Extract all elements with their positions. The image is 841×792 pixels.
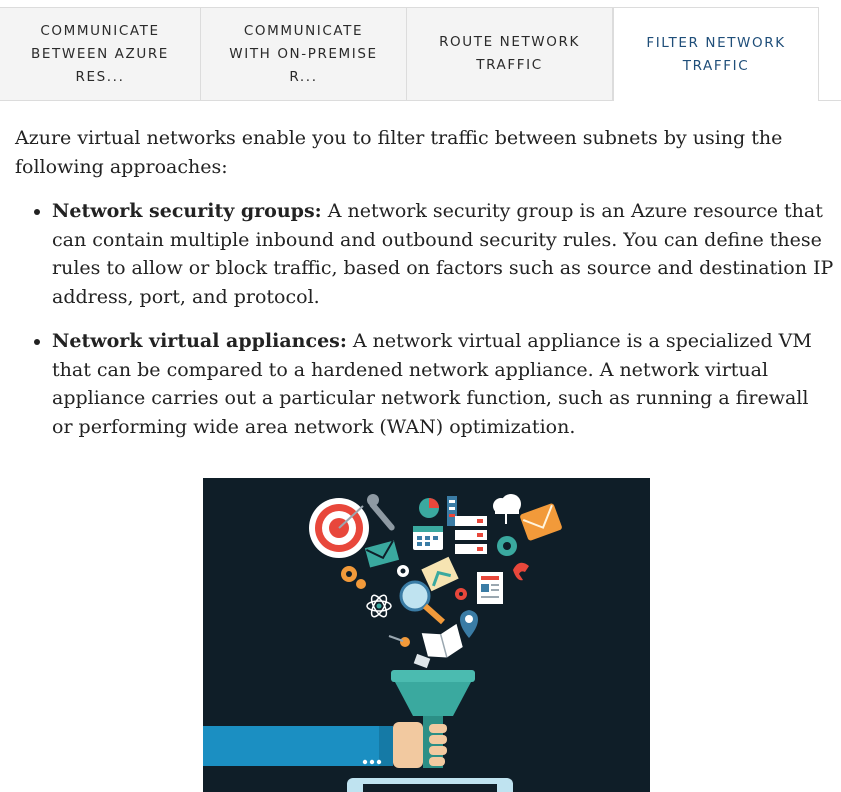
server-icon (455, 516, 487, 554)
tab-communicate-with-on-premise-resources[interactable]: COMMUNICATE WITH ON-PREMISE R... (201, 7, 407, 100)
envelope-icon (520, 503, 562, 541)
open-book-icon (421, 623, 463, 658)
mail-icon (364, 540, 400, 568)
cog-icon (341, 566, 366, 589)
atom-icon (366, 594, 392, 618)
screen-icon (347, 778, 513, 792)
hand-icon (203, 722, 447, 768)
phone-icon (513, 562, 529, 581)
target-icon (309, 498, 369, 558)
approaches-list: Network security groups: A network secur… (15, 197, 835, 441)
pie-chart-icon (419, 498, 439, 518)
tab-content: Azure virtual networks enable you to fil… (15, 124, 835, 457)
list-item-network-security-groups: Network security groups: A network secur… (52, 197, 835, 311)
cloud-icon (493, 494, 521, 524)
newspaper-icon (477, 572, 503, 604)
tab-label: COMMUNICATE WITH ON-PREMISE R... (229, 22, 378, 85)
tab-bar: COMMUNICATE BETWEEN AZURE RES... COMMUNI… (0, 7, 841, 101)
red-gear-icon (455, 588, 467, 600)
tab-route-network-traffic[interactable]: ROUTE NETWORK TRAFFIC (407, 7, 613, 100)
tab-label: FILTER NETWORK TRAFFIC (646, 34, 786, 74)
map-pin-icon (460, 610, 478, 638)
intro-paragraph: Azure virtual networks enable you to fil… (15, 127, 783, 178)
gear-icon (497, 536, 517, 556)
tab-communicate-between-azure-resources[interactable]: COMMUNICATE BETWEEN AZURE RES... (0, 7, 201, 100)
tab-filter-network-traffic[interactable]: FILTER NETWORK TRAFFIC (613, 7, 819, 101)
white-gear-icon (397, 565, 409, 577)
filter-illustration (203, 478, 650, 792)
illustration-svg (203, 494, 562, 792)
tab-label: ROUTE NETWORK TRAFFIC (439, 34, 580, 73)
card-icon (413, 653, 431, 669)
picture-icon (421, 556, 459, 592)
wrench-icon (367, 494, 395, 531)
list-item-network-virtual-appliances: Network virtual appliances: A network vi… (52, 327, 835, 441)
term-network-virtual-appliances: Network virtual appliances: (52, 330, 347, 352)
term-network-security-groups: Network security groups: (52, 200, 322, 222)
tab-label: COMMUNICATE BETWEEN AZURE RES... (31, 22, 169, 85)
key-icon (388, 635, 410, 647)
calendar-icon (413, 526, 443, 550)
